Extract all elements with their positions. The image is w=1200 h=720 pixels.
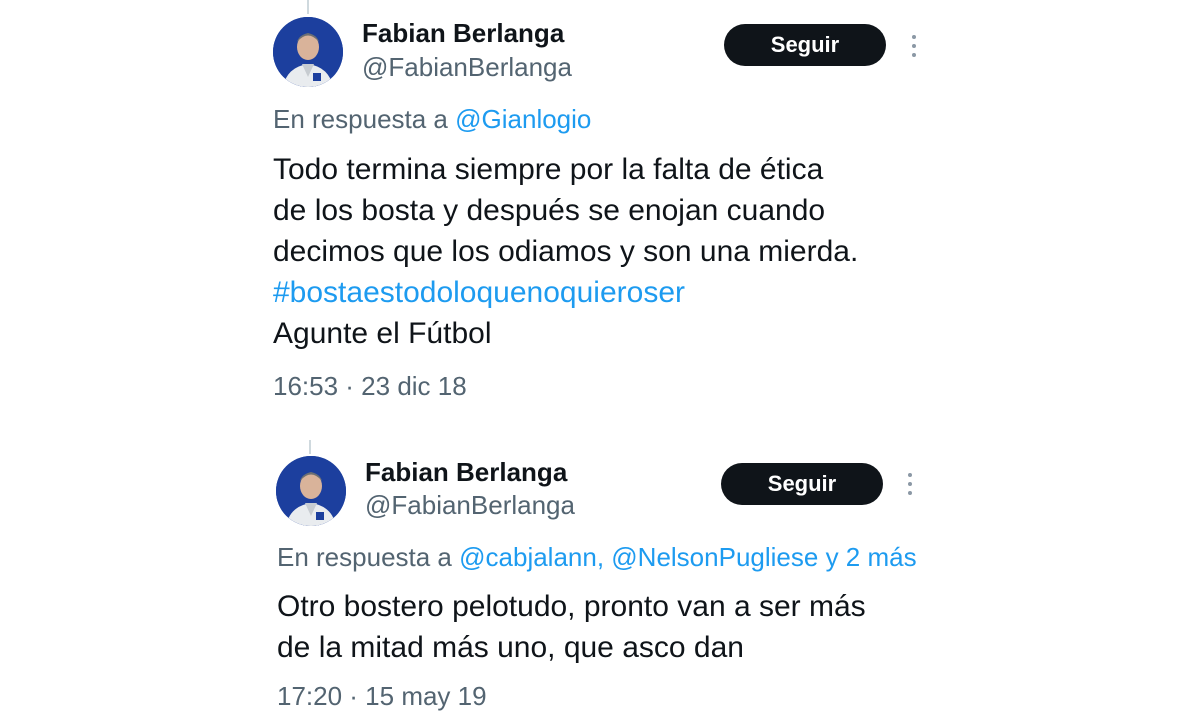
tweet-text: Otro bostero pelotudo, pronto van a ser …: [277, 586, 866, 668]
follow-button[interactable]: Seguir: [721, 463, 883, 505]
tweet: Fabian Berlanga @FabianBerlanga Seguir E…: [0, 0, 1200, 720]
reply-prefix: En respuesta a: [277, 542, 452, 572]
more-mentions-link[interactable]: y 2 más: [826, 542, 917, 572]
handle[interactable]: @FabianBerlanga: [365, 490, 575, 520]
avatar[interactable]: [276, 456, 346, 526]
more-options-icon[interactable]: [904, 471, 916, 497]
tweet-text-line: Otro bostero pelotudo, pronto van a ser …: [277, 590, 866, 623]
tweet-text-line: de la mitad más uno, que asco dan: [277, 631, 744, 664]
mention-link[interactable]: @cabjalann, @NelsonPugliese: [459, 542, 818, 572]
display-name[interactable]: Fabian Berlanga: [365, 457, 567, 487]
timestamp[interactable]: 17:20 · 15 may 19: [277, 681, 487, 711]
reply-context: En respuesta a @cabjalann, @NelsonPuglie…: [277, 542, 917, 572]
profile-photo-icon: [276, 456, 346, 526]
